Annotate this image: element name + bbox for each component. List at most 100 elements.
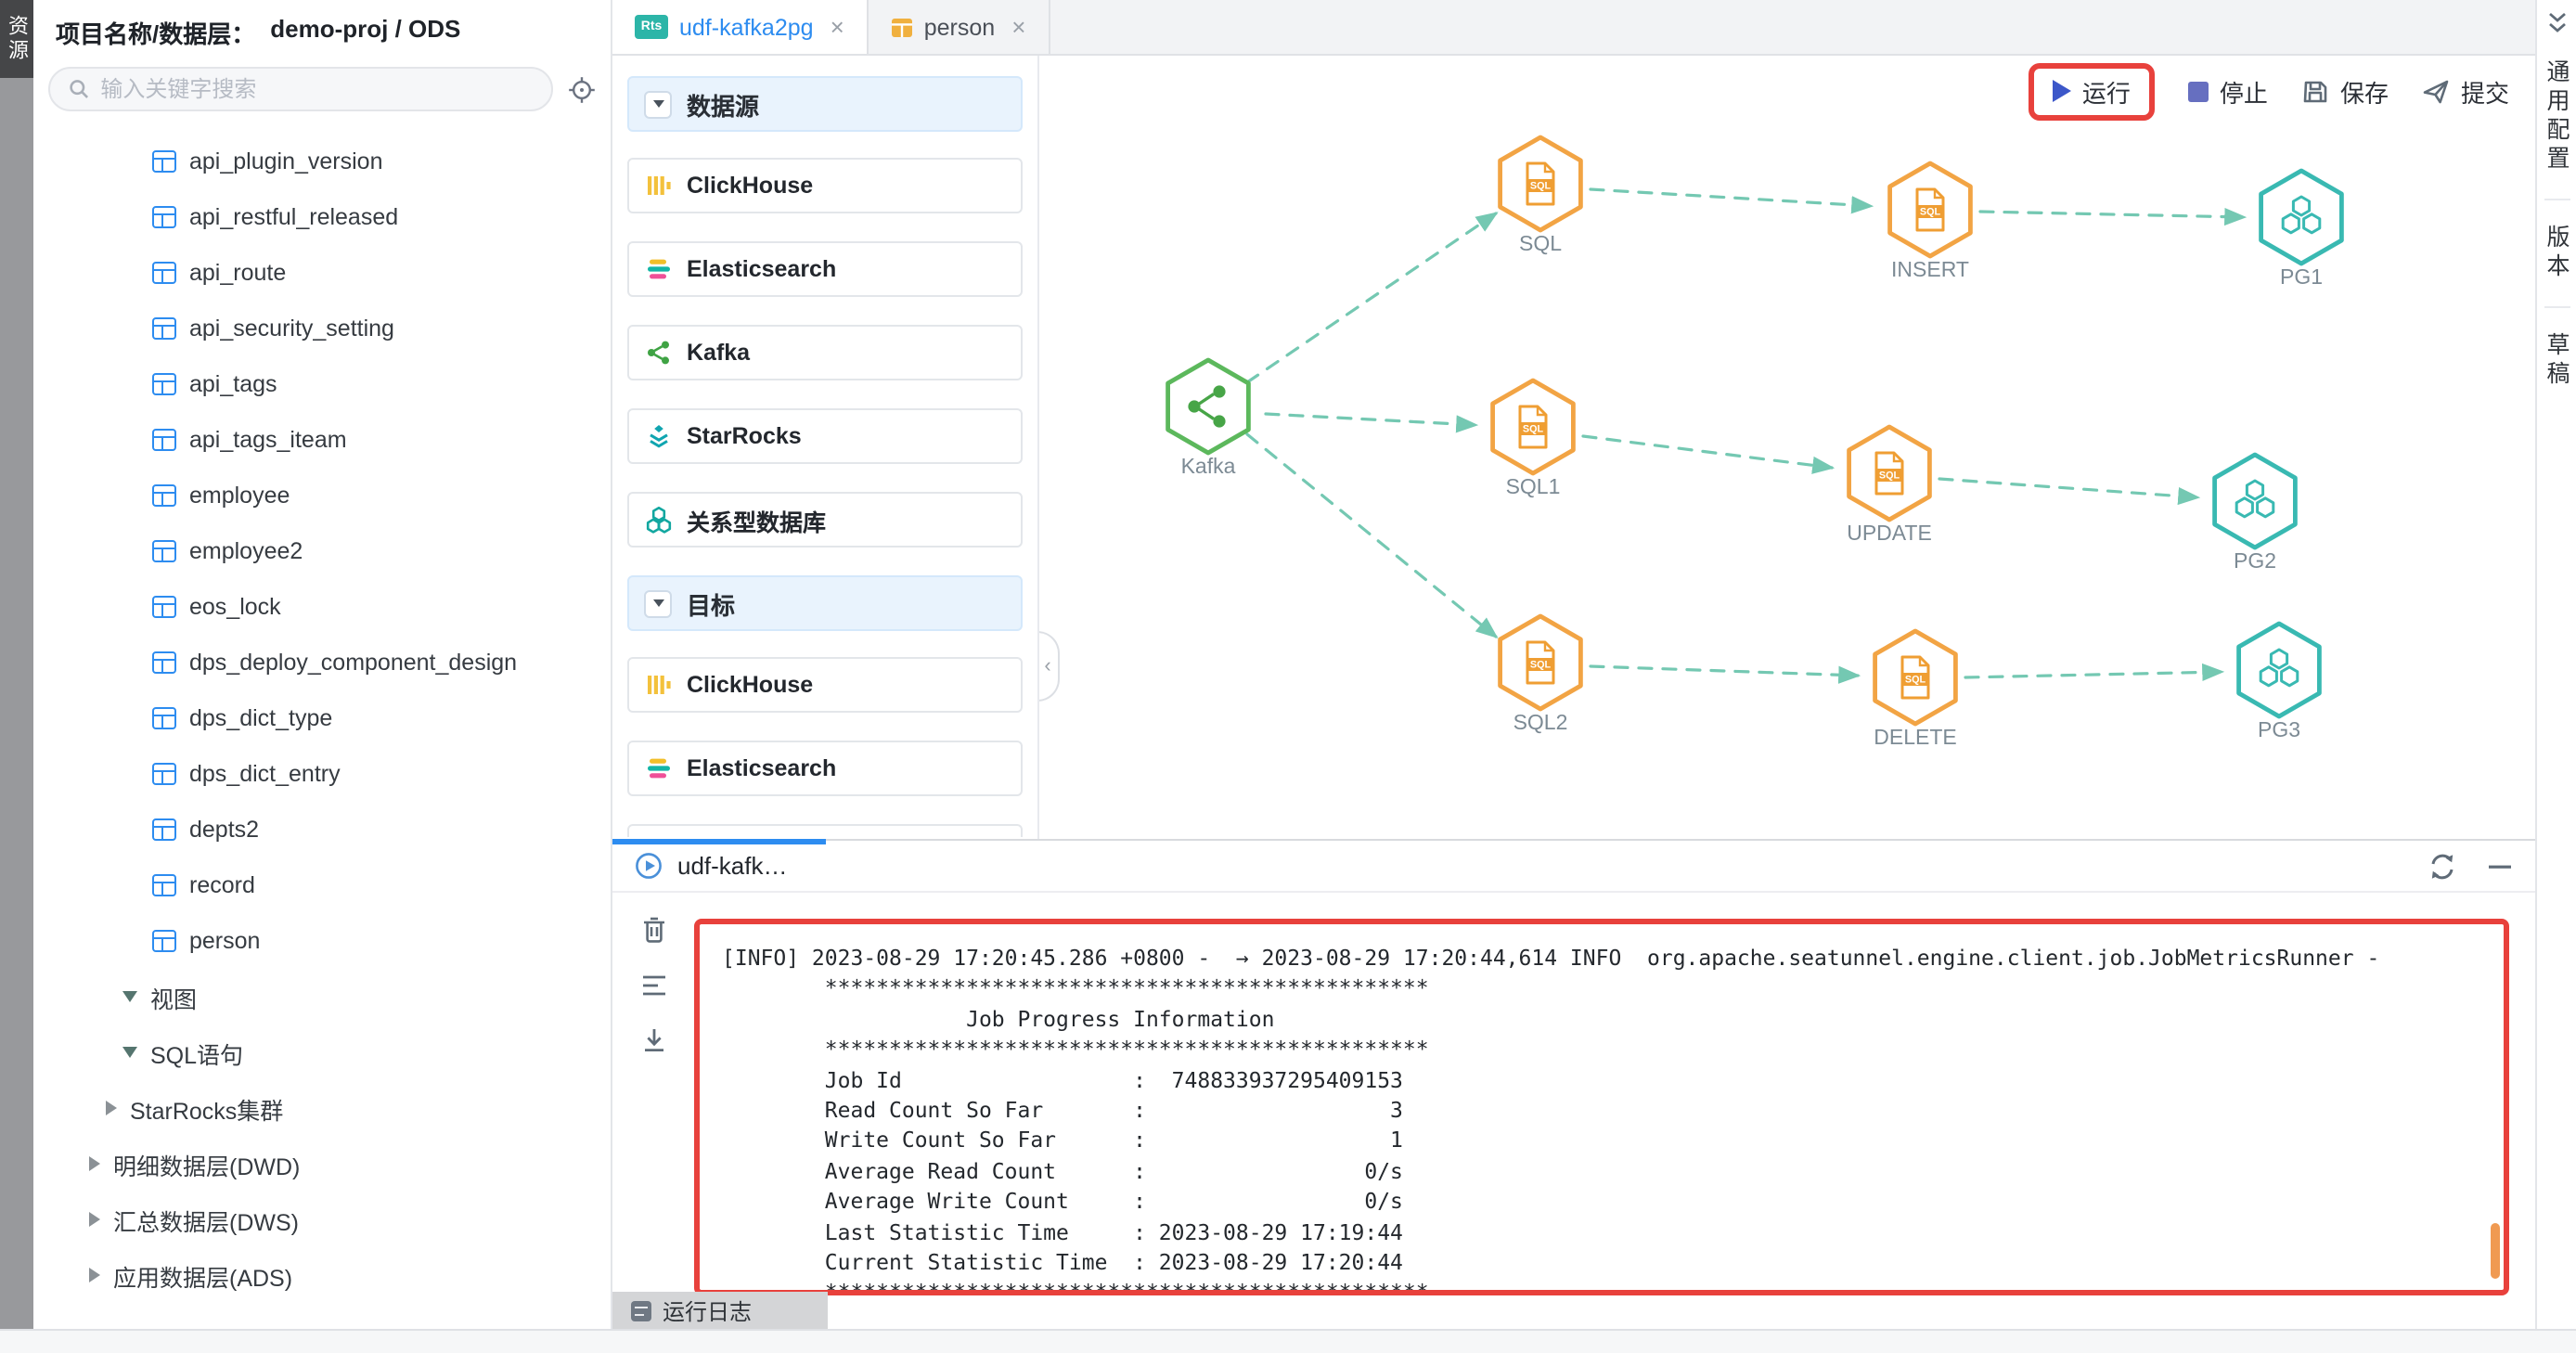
locate-icon[interactable] [568,75,596,103]
caret-right-icon [106,1101,117,1115]
table-icon [152,874,176,896]
tree-item-table[interactable]: api_security_setting [33,301,611,356]
canvas-node-kafka[interactable]: Kafka [1156,354,1260,464]
canvas-node-pg3[interactable]: PG3 [2227,618,2331,728]
palette-item-label: Kafka [687,340,750,366]
tree-group-dws[interactable]: 汇总数据层(DWS) [33,1192,611,1247]
tree-group-starrocks-cluster[interactable]: StarRocks集群 [33,1080,611,1136]
table-icon [152,150,176,173]
relational-db-icon [646,506,672,534]
tree-group-dwd[interactable]: 明细数据层(DWD) [33,1136,611,1192]
save-button[interactable]: 保存 [2301,73,2389,109]
play-circle-icon [635,852,663,880]
caret-down-icon [644,589,672,617]
refresh-icon[interactable] [2428,851,2457,881]
log-panel-title[interactable]: udf-kafk… [677,852,788,880]
palette-section-source[interactable]: 数据源 [627,76,1023,132]
palette-item-label: Elasticsearch [687,256,836,282]
node-label: SQL1 [1506,477,1561,499]
tree-item-table[interactable]: dps_deploy_component_design [33,635,611,690]
tree-item-table[interactable]: dps_dict_entry [33,746,611,802]
canvas-node-pg2[interactable]: PG2 [2203,449,2307,559]
minimize-icon[interactable] [2487,853,2513,879]
tree-item-table[interactable]: dps_dict_type [33,690,611,746]
left-dock-strip: 资源 [0,0,33,1329]
log-panel-header: udf-kafk… [612,841,2535,893]
canvas-node-sql1[interactable]: SQL SQL1 [1481,375,1585,484]
svg-text:SQL: SQL [1920,207,1941,218]
dock-tab-draft[interactable]: 草稿 [2539,332,2574,390]
canvas-node-update[interactable]: SQL UPDATE [1837,421,1941,531]
tree-item-table[interactable]: employee [33,468,611,523]
stop-button[interactable]: 停止 [2188,73,2268,109]
tree-item-table[interactable]: depts2 [33,802,611,857]
log-scrollbar-thumb[interactable] [2491,1223,2500,1279]
tree-item-table[interactable]: employee2 [33,523,611,579]
search-input[interactable] [100,76,533,102]
palette-item-starrocks[interactable]: StarRocks [627,408,1023,464]
tab-udf-kafka2pg[interactable]: Rts udf-kafka2pg × [612,0,869,54]
canvas-node-pg1[interactable]: PG1 [2249,165,2353,275]
tree-item-label: 视图 [150,979,197,1014]
tree-item-label: StarRocks集群 [130,1090,283,1126]
tree-item-table[interactable]: api_plugin_version [33,134,611,189]
dock-tab-version[interactable]: 版本 [2539,225,2574,282]
tree-item-label: person [189,928,260,954]
elasticsearch-icon [646,755,672,781]
log-output[interactable]: [INFO] 2023-08-29 17:20:45.286 +0800 - →… [722,943,2481,1295]
tree-item-table[interactable]: person [33,913,611,969]
canvas-node-delete[interactable]: SQL DELETE [1863,625,1967,735]
sql-file-icon: SQL [1878,158,1982,262]
palette-item-elasticsearch[interactable]: Elasticsearch [627,241,1023,297]
tree-item-table[interactable]: record [33,857,611,913]
tree-item-label: api_tags [189,371,277,397]
canvas-node-sql[interactable]: SQL SQL [1488,132,1592,241]
log-tools [612,915,694,1054]
caret-down-icon [122,991,137,1002]
canvas-node-sql2[interactable]: SQL SQL2 [1488,611,1592,720]
tree-group-sql[interactable]: SQL语句 [33,1024,611,1080]
palette-item-elasticsearch-target[interactable]: Elasticsearch [627,741,1023,796]
tab-label: person [924,14,995,40]
dock-tab-general-config[interactable]: 通用配置 [2539,59,2574,174]
tree-item-table[interactable]: eos_lock [33,579,611,635]
search-box[interactable] [48,67,553,111]
close-icon[interactable]: × [1011,13,1025,41]
close-icon[interactable]: × [831,13,844,41]
sql-file-icon: SQL [1863,625,1967,729]
tree-group-ads[interactable]: 应用数据层(ADS) [33,1247,611,1303]
tree-item-table[interactable]: api_tags [33,356,611,412]
palette-item-relational-db[interactable]: 关系型数据库 [627,492,1023,548]
flow-canvas[interactable]: Kafka SQL SQL [1039,56,2535,839]
palette-item-clickhouse[interactable]: ClickHouse [627,158,1023,213]
run-button-label: 运行 [2082,73,2131,109]
table-icon [152,763,176,785]
elasticsearch-icon [646,256,672,282]
palette-item-kafka[interactable]: Kafka [627,325,1023,380]
download-icon[interactable] [639,1026,667,1054]
tree-item-table[interactable]: api_tags_iteam [33,412,611,468]
pg-db-icon [2227,618,2331,722]
log-lines-icon[interactable] [639,973,667,999]
table-icon [152,429,176,451]
run-button[interactable]: 运行 [2053,73,2131,109]
node-label: DELETE [1874,728,1957,750]
palette-section-target[interactable]: 目标 [627,575,1023,631]
tree-group-views[interactable]: 视图 [33,969,611,1024]
tree-item-table[interactable]: api_restful_released [33,189,611,245]
table-icon [152,317,176,340]
caret-right-icon [89,1212,100,1227]
tree-item-table[interactable]: api_route [33,245,611,301]
submit-button[interactable]: 提交 [2422,73,2509,109]
canvas-node-insert[interactable]: SQL INSERT [1878,158,1982,267]
trash-icon[interactable] [639,915,667,945]
run-log-tab[interactable]: 运行日志 [612,1292,828,1331]
double-chevron-down-icon[interactable] [2544,11,2570,35]
send-icon [2422,77,2450,105]
tab-person[interactable]: person × [869,0,1050,54]
tree-item-label: record [189,872,255,898]
submit-button-label: 提交 [2461,73,2509,109]
resource-dock-tab[interactable]: 资源 [0,0,33,78]
palette-item-clickhouse-target[interactable]: ClickHouse [627,657,1023,713]
table-icon [152,206,176,228]
